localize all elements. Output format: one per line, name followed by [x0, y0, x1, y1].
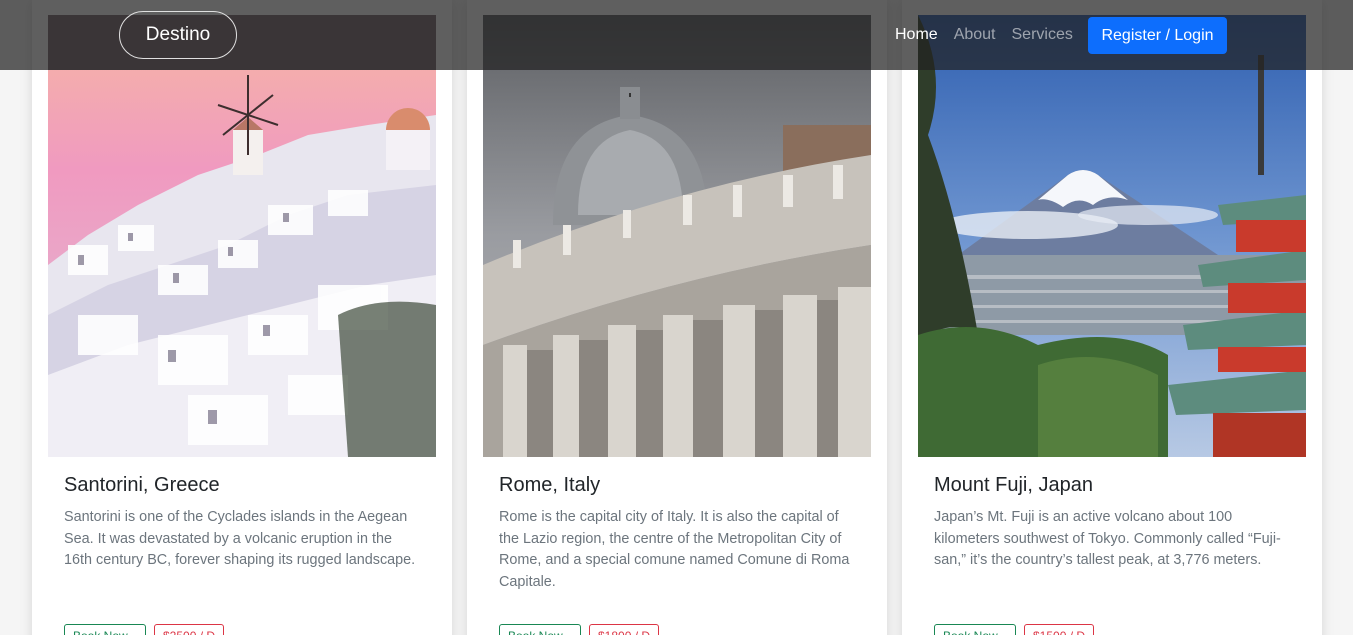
card-description: Japan’s Mt. Fuji is an active volcano ab… — [934, 509, 1281, 569]
navbar: Destino Home About Services Register / L… — [0, 0, 1353, 70]
book-now-button[interactable]: Book Now — [64, 624, 146, 635]
card-actions: Book Now $1800 / D — [499, 624, 660, 635]
brand-logo[interactable]: Destino — [119, 11, 237, 59]
destination-cards: Santorini, Greece Santorini is one of th… — [0, 0, 1353, 635]
price-button[interactable]: $1500 / D — [1024, 624, 1095, 635]
card-santorini: Santorini, Greece Santorini is one of th… — [32, 0, 452, 635]
nav-home[interactable]: Home — [895, 26, 938, 44]
rome-illustration — [483, 15, 871, 457]
card-actions: Book Now $2500 / D — [64, 624, 225, 635]
card-title: Santorini, Greece — [64, 474, 220, 496]
card-actions: Book Now $1500 / D — [934, 624, 1095, 635]
nav-about[interactable]: About — [954, 26, 996, 44]
card-rome: Rome, Italy Rome is the capital city of … — [467, 0, 887, 635]
nav-services[interactable]: Services — [1012, 26, 1073, 44]
price-button[interactable]: $2500 / D — [154, 624, 225, 635]
fuji-illustration — [918, 15, 1306, 457]
card-description: Rome is the capital city of Italy. It is… — [499, 509, 850, 590]
rome-image — [483, 15, 871, 457]
card-fuji: Mount Fuji, Japan Japan’s Mt. Fuji is an… — [902, 0, 1322, 635]
nav-links: Home About Services — [895, 26, 1073, 44]
book-now-button[interactable]: Book Now — [499, 624, 581, 635]
card-title: Mount Fuji, Japan — [934, 474, 1093, 496]
fuji-image — [918, 15, 1306, 457]
santorini-illustration — [48, 15, 436, 457]
book-now-button[interactable]: Book Now — [934, 624, 1016, 635]
card-description: Santorini is one of the Cyclades islands… — [64, 509, 416, 569]
card-title: Rome, Italy — [499, 474, 601, 496]
register-login-button[interactable]: Register / Login — [1088, 17, 1227, 54]
santorini-image — [48, 15, 436, 457]
price-button[interactable]: $1800 / D — [589, 624, 660, 635]
